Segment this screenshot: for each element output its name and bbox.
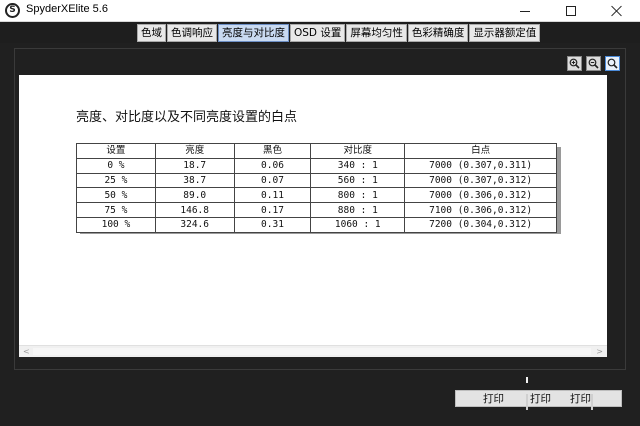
print-button[interactable]: 打印 <box>570 392 591 406</box>
minimize-icon <box>520 10 530 12</box>
cell-luminance: 89.0 <box>154 187 235 204</box>
zoom-out-icon <box>588 58 599 69</box>
tab-brightness-contrast[interactable]: 亮度与对比度 <box>218 24 289 42</box>
tab-osd-settings[interactable]: OSD 设置 <box>290 24 346 42</box>
report-tab-bar: 色域 色调响应 亮度与对比度 OSD 设置 屏幕均匀性 色彩精确度 显示器额定值 <box>137 24 541 42</box>
title-bar: S SpyderXElite 5.6 <box>0 0 640 22</box>
cell-luminance: 324.6 <box>154 216 235 233</box>
zoom-fit-button[interactable] <box>605 56 620 71</box>
cell-contrast: 880 : 1 <box>310 202 406 218</box>
zoom-out-button[interactable] <box>586 56 601 71</box>
scroll-left-icon[interactable]: < <box>23 348 30 356</box>
cell-setting: 25 % <box>76 172 156 189</box>
column-header-setting: 设置 <box>76 143 156 159</box>
scroll-right-icon[interactable]: > <box>596 348 603 356</box>
cell-luminance: 146.8 <box>154 202 235 218</box>
column-header-luminance: 亮度 <box>154 143 235 159</box>
table-row: 0 % 18.7 0.06 340 : 1 7000 (0.307,0.311) <box>76 157 557 174</box>
tab-display-rating[interactable]: 显示器额定值 <box>469 24 541 42</box>
table-row: 100 % 324.6 0.31 1060 : 1 7200 (0.304,0.… <box>76 216 557 233</box>
cell-white-point: 7000 (0.306,0.312) <box>404 187 557 204</box>
divider <box>591 394 593 410</box>
cell-setting: 50 % <box>76 187 156 204</box>
cell-luminance: 38.7 <box>154 172 235 189</box>
report-page: 亮度、对比度以及不同亮度设置的白点 设置 亮度 黑色 对比度 白点 0 % 18… <box>19 75 607 345</box>
cell-white-point: 7000 (0.307,0.312) <box>404 172 557 189</box>
maximize-icon <box>566 6 576 16</box>
cell-black: 0.17 <box>233 202 312 218</box>
divider <box>526 377 528 383</box>
divider <box>526 394 528 410</box>
cell-white-point: 7100 (0.306,0.312) <box>404 202 557 218</box>
cell-white-point: 7200 (0.304,0.312) <box>404 216 557 233</box>
cell-contrast: 340 : 1 <box>310 157 406 174</box>
table-row: 75 % 146.8 0.17 880 : 1 7100 (0.306,0.31… <box>76 202 557 218</box>
cell-setting: 0 % <box>76 157 156 174</box>
zoom-in-button[interactable] <box>567 56 582 71</box>
print-button[interactable]: 打印 <box>483 392 504 406</box>
cell-contrast: 1060 : 1 <box>310 216 406 233</box>
column-header-contrast: 对比度 <box>310 143 406 159</box>
cell-luminance: 18.7 <box>154 157 235 174</box>
cell-black: 0.06 <box>233 157 312 174</box>
table-header-row: 设置 亮度 黑色 对比度 白点 <box>76 143 557 159</box>
report-title: 亮度、对比度以及不同亮度设置的白点 <box>76 110 298 125</box>
table-row: 25 % 38.7 0.07 560 : 1 7000 (0.307,0.312… <box>76 172 557 189</box>
column-header-white-point: 白点 <box>404 143 557 159</box>
zoom-in-icon <box>569 58 580 69</box>
tab-screen-uniformity[interactable]: 屏幕均匀性 <box>346 24 407 42</box>
close-button[interactable] <box>594 0 640 22</box>
tab-gamut[interactable]: 色域 <box>137 24 166 42</box>
tab-color-accuracy[interactable]: 色彩精确度 <box>407 24 469 42</box>
cell-contrast: 560 : 1 <box>310 172 406 189</box>
results-table: 设置 亮度 黑色 对比度 白点 0 % 18.7 0.06 340 : 1 70… <box>76 143 557 233</box>
close-icon <box>611 5 623 17</box>
maximize-button[interactable] <box>548 0 594 22</box>
minimize-button[interactable] <box>502 0 548 22</box>
window-title: SpyderXElite 5.6 <box>26 3 108 15</box>
horizontal-scrollbar[interactable]: < > <box>19 345 607 357</box>
column-header-black: 黑色 <box>233 143 312 159</box>
cell-black: 0.07 <box>233 172 312 189</box>
cell-white-point: 7000 (0.307,0.311) <box>404 157 557 174</box>
cell-black: 0.31 <box>233 216 312 233</box>
table-row: 50 % 89.0 0.11 800 : 1 7000 (0.306,0.312… <box>76 187 557 204</box>
cell-black: 0.11 <box>233 187 312 204</box>
cell-setting: 100 % <box>76 216 156 233</box>
scroll-thumb[interactable] <box>33 348 591 355</box>
cell-setting: 75 % <box>76 202 156 218</box>
tab-tone-response[interactable]: 色调响应 <box>167 24 217 42</box>
cell-contrast: 800 : 1 <box>310 187 406 204</box>
zoom-fit-icon <box>607 58 618 69</box>
app-logo-icon: S <box>5 3 20 18</box>
print-button[interactable]: 打印 <box>530 392 551 406</box>
